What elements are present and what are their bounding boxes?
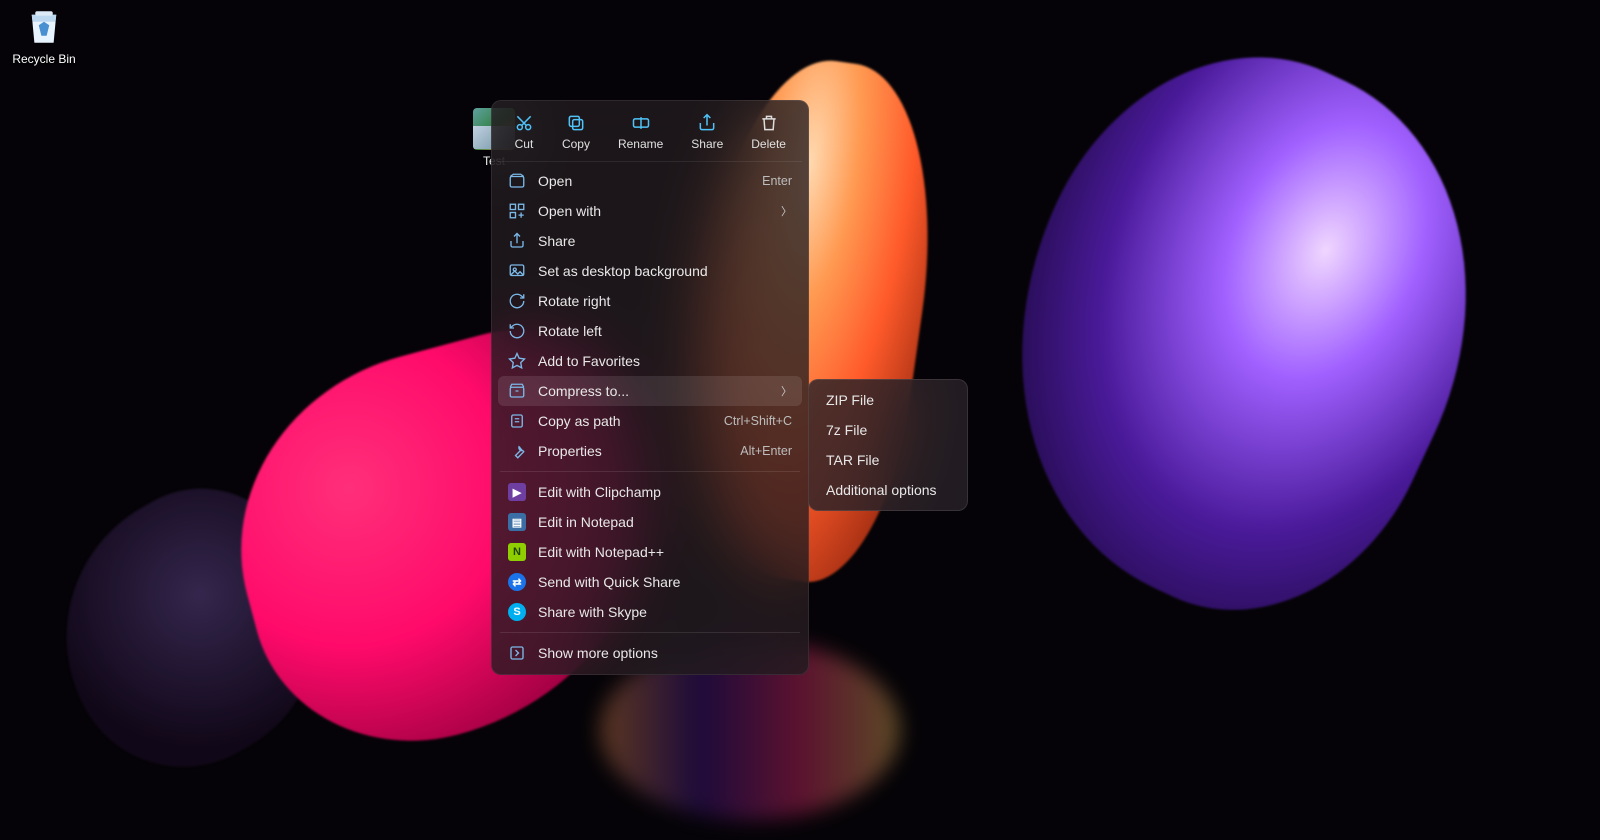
- menu-edit-clipchamp[interactable]: ▶ Edit with Clipchamp: [498, 477, 802, 507]
- picture-icon: [508, 262, 526, 280]
- notepadpp-icon: N: [508, 543, 526, 561]
- menu-rotate-left[interactable]: Rotate left: [498, 316, 802, 346]
- menu-share-skype[interactable]: S Share with Skype: [498, 597, 802, 627]
- menu-edit-clipchamp-label: Edit with Clipchamp: [538, 484, 792, 500]
- menu-edit-notepadpp[interactable]: N Edit with Notepad++: [498, 537, 802, 567]
- context-menu-top-row: Cut Copy Rename Share Delete: [498, 107, 802, 162]
- wrench-icon: [508, 442, 526, 460]
- menu-rotate-left-label: Rotate left: [538, 323, 792, 339]
- menu-show-more-label: Show more options: [538, 645, 792, 661]
- menu-set-background-label: Set as desktop background: [538, 263, 792, 279]
- compress-submenu: ZIP File 7z File TAR File Additional opt…: [808, 379, 968, 511]
- rename-icon: [631, 113, 651, 133]
- submenu-additional-label: Additional options: [826, 482, 937, 498]
- submenu-7z-label: 7z File: [826, 422, 867, 438]
- open-icon: [508, 172, 526, 190]
- notepad-icon: ▤: [508, 513, 526, 531]
- menu-compress-to[interactable]: Compress to... 〉: [498, 376, 802, 406]
- context-menu: Cut Copy Rename Share Delete Open Enter …: [491, 100, 809, 675]
- rotate-right-icon: [508, 292, 526, 310]
- quick-share-icon: ⇄: [508, 573, 526, 591]
- menu-copy-path[interactable]: Copy as path Ctrl+Shift+C: [498, 406, 802, 436]
- submenu-tar-label: TAR File: [826, 452, 879, 468]
- rename-label: Rename: [618, 137, 663, 151]
- recycle-bin[interactable]: Recycle Bin: [5, 6, 83, 66]
- menu-show-more[interactable]: Show more options: [498, 638, 802, 668]
- menu-quick-share-label: Send with Quick Share: [538, 574, 792, 590]
- star-icon: [508, 352, 526, 370]
- share-button[interactable]: Share: [687, 111, 727, 153]
- delete-label: Delete: [751, 137, 786, 151]
- menu-share[interactable]: Share: [498, 226, 802, 256]
- delete-button[interactable]: Delete: [747, 111, 790, 153]
- submenu-zip-label: ZIP File: [826, 392, 874, 408]
- more-options-icon: [508, 644, 526, 662]
- menu-rotate-right-label: Rotate right: [538, 293, 792, 309]
- menu-compress-label: Compress to...: [538, 383, 769, 399]
- menu-copy-path-label: Copy as path: [538, 413, 712, 429]
- share-label: Share: [691, 137, 723, 151]
- share-item-icon: [508, 232, 526, 250]
- skype-icon: S: [508, 603, 526, 621]
- menu-copy-path-hint: Ctrl+Shift+C: [724, 414, 792, 428]
- recycle-bin-label: Recycle Bin: [12, 52, 75, 66]
- menu-open-hint: Enter: [762, 174, 792, 188]
- menu-set-background[interactable]: Set as desktop background: [498, 256, 802, 286]
- clipchamp-icon: ▶: [508, 483, 526, 501]
- submenu-7z[interactable]: 7z File: [814, 415, 962, 445]
- submenu-tar[interactable]: TAR File: [814, 445, 962, 475]
- menu-open-label: Open: [538, 173, 750, 189]
- open-with-icon: [508, 202, 526, 220]
- submenu-additional[interactable]: Additional options: [814, 475, 962, 505]
- rename-button[interactable]: Rename: [614, 111, 667, 153]
- menu-open-with-label: Open with: [538, 203, 769, 219]
- menu-rotate-right[interactable]: Rotate right: [498, 286, 802, 316]
- menu-open-with[interactable]: Open with 〉: [498, 196, 802, 226]
- menu-edit-notepad[interactable]: ▤ Edit in Notepad: [498, 507, 802, 537]
- share-icon: [697, 113, 717, 133]
- menu-properties-hint: Alt+Enter: [740, 444, 792, 458]
- menu-open[interactable]: Open Enter: [498, 166, 802, 196]
- menu-properties-label: Properties: [538, 443, 728, 459]
- menu-edit-notepadpp-label: Edit with Notepad++: [538, 544, 792, 560]
- separator: [500, 471, 800, 472]
- cut-icon: [514, 113, 534, 133]
- submenu-zip[interactable]: ZIP File: [814, 385, 962, 415]
- chevron-right-icon: 〉: [781, 383, 792, 399]
- cut-label: Cut: [515, 137, 534, 151]
- archive-icon: [508, 382, 526, 400]
- delete-icon: [759, 113, 779, 133]
- copy-label: Copy: [562, 137, 590, 151]
- copy-path-icon: [508, 412, 526, 430]
- menu-edit-notepad-label: Edit in Notepad: [538, 514, 792, 530]
- menu-share-label: Share: [538, 233, 792, 249]
- recycle-bin-icon: [23, 6, 65, 48]
- menu-quick-share[interactable]: ⇄ Send with Quick Share: [498, 567, 802, 597]
- menu-properties[interactable]: Properties Alt+Enter: [498, 436, 802, 466]
- rotate-left-icon: [508, 322, 526, 340]
- separator: [500, 632, 800, 633]
- cut-button[interactable]: Cut: [510, 111, 538, 153]
- copy-button[interactable]: Copy: [558, 111, 594, 153]
- menu-add-favorites[interactable]: Add to Favorites: [498, 346, 802, 376]
- menu-add-favorites-label: Add to Favorites: [538, 353, 792, 369]
- copy-icon: [566, 113, 586, 133]
- chevron-right-icon: 〉: [781, 203, 792, 219]
- menu-share-skype-label: Share with Skype: [538, 604, 792, 620]
